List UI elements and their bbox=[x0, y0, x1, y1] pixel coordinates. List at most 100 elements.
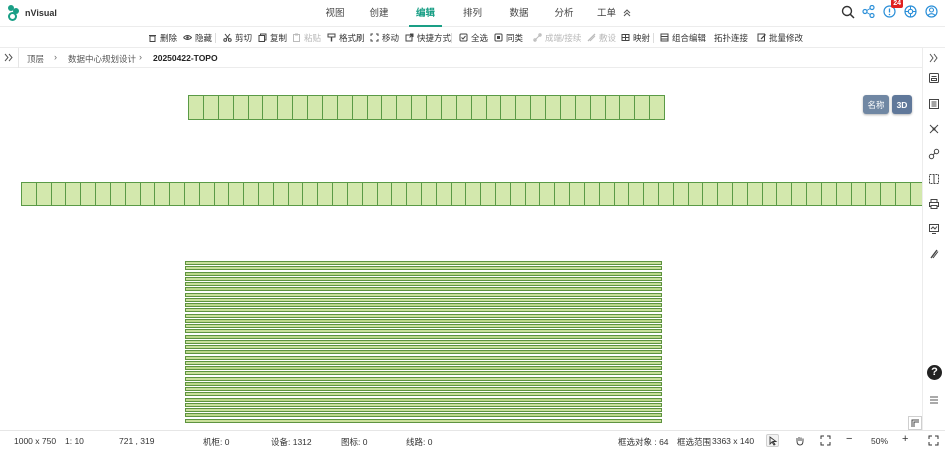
rack-cabinet[interactable] bbox=[308, 96, 323, 119]
rack-cabinet[interactable] bbox=[510, 183, 526, 205]
expand-sidebar-icon[interactable] bbox=[928, 52, 940, 64]
rack-cabinet[interactable] bbox=[259, 183, 274, 205]
rack-cabinet[interactable] bbox=[590, 96, 606, 119]
expand-panel-icon[interactable] bbox=[3, 52, 14, 63]
device-stack[interactable] bbox=[185, 261, 662, 424]
rack-cabinet[interactable] bbox=[650, 96, 664, 119]
rack-cabinet[interactable] bbox=[412, 96, 427, 119]
rack-cabinet[interactable] bbox=[322, 96, 338, 119]
device-strip[interactable] bbox=[185, 324, 662, 328]
rack-cabinet[interactable] bbox=[273, 183, 289, 205]
rack-cabinet[interactable] bbox=[347, 183, 363, 205]
settings-icon[interactable] bbox=[903, 4, 918, 19]
toolbar-item-8[interactable]: 全选 bbox=[459, 30, 488, 45]
search-icon[interactable] bbox=[840, 4, 855, 19]
rack-cabinet[interactable] bbox=[866, 183, 882, 205]
rack-cabinet[interactable] bbox=[397, 96, 413, 119]
rack-cabinet[interactable] bbox=[718, 183, 733, 205]
menu-icon[interactable] bbox=[928, 394, 940, 406]
rack-row-top[interactable] bbox=[188, 95, 665, 120]
rack-cabinet[interactable] bbox=[762, 183, 778, 205]
device-strip[interactable] bbox=[185, 308, 662, 313]
rack-cabinet[interactable] bbox=[352, 96, 368, 119]
rack-cabinet[interactable] bbox=[570, 183, 585, 205]
device-strip[interactable] bbox=[185, 392, 662, 397]
rack-cabinet[interactable] bbox=[516, 96, 532, 119]
cable-icon[interactable] bbox=[928, 248, 940, 260]
app-logo[interactable]: nVisual bbox=[7, 5, 57, 21]
device-strip[interactable] bbox=[185, 266, 662, 271]
rack-cabinet[interactable] bbox=[199, 183, 215, 205]
rack-cabinet[interactable] bbox=[184, 183, 200, 205]
rack-cabinet[interactable] bbox=[471, 96, 487, 119]
rack-row-middle[interactable] bbox=[21, 182, 922, 206]
rack-cabinet[interactable] bbox=[362, 183, 378, 205]
rack-cabinet[interactable] bbox=[407, 183, 422, 205]
rack-cabinet[interactable] bbox=[620, 96, 636, 119]
rack-cabinet[interactable] bbox=[233, 96, 249, 119]
rack-cabinet[interactable] bbox=[792, 183, 808, 205]
device-strip[interactable] bbox=[185, 371, 662, 376]
device-strip[interactable] bbox=[185, 387, 662, 391]
tab-2[interactable]: 编辑 bbox=[402, 0, 449, 27]
help-button[interactable]: ? bbox=[927, 365, 942, 380]
device-strip[interactable] bbox=[185, 261, 662, 265]
device-strip[interactable] bbox=[185, 287, 662, 292]
device-strip[interactable] bbox=[185, 292, 662, 297]
tab-0[interactable]: 视图 bbox=[314, 0, 356, 27]
rack-cabinet[interactable] bbox=[96, 183, 111, 205]
toolbar-item-11[interactable]: 敷设 bbox=[587, 30, 616, 45]
show-name-button[interactable]: 名称 bbox=[863, 95, 889, 114]
rack-cabinet[interactable] bbox=[392, 183, 408, 205]
rack-cabinet[interactable] bbox=[189, 96, 204, 119]
rack-cabinet[interactable] bbox=[441, 96, 457, 119]
rack-cabinet[interactable] bbox=[501, 96, 517, 119]
rack-cabinet[interactable] bbox=[777, 183, 793, 205]
hand-pan-icon[interactable] bbox=[794, 435, 805, 446]
rack-cabinet[interactable] bbox=[125, 183, 141, 205]
rack-cabinet[interactable] bbox=[140, 183, 156, 205]
toolbar-item-12[interactable]: 映射 bbox=[621, 30, 650, 45]
rack-cabinet[interactable] bbox=[229, 183, 245, 205]
rack-cabinet[interactable] bbox=[66, 183, 82, 205]
toolbar-item-5[interactable]: 格式刷 bbox=[327, 30, 365, 45]
device-strip[interactable] bbox=[185, 334, 662, 339]
rack-cabinet[interactable] bbox=[575, 96, 591, 119]
rack-cabinet[interactable] bbox=[895, 183, 911, 205]
fullscreen-icon[interactable] bbox=[928, 435, 939, 446]
rack-cabinet[interactable] bbox=[170, 183, 185, 205]
toolbar-item-1[interactable]: 隐藏 bbox=[183, 30, 212, 45]
properties-icon[interactable] bbox=[928, 72, 940, 84]
rack-cabinet[interactable] bbox=[540, 183, 556, 205]
rack-cabinet[interactable] bbox=[635, 96, 651, 119]
frame-select-icon[interactable] bbox=[928, 173, 940, 185]
rack-cabinet[interactable] bbox=[318, 183, 334, 205]
pointer-mode-icon[interactable] bbox=[766, 434, 779, 447]
rack-cabinet[interactable] bbox=[22, 183, 37, 205]
device-strip[interactable] bbox=[185, 418, 662, 423]
rack-cabinet[interactable] bbox=[456, 96, 472, 119]
share-icon[interactable] bbox=[861, 4, 876, 19]
device-strip[interactable] bbox=[185, 413, 662, 418]
rack-cabinet[interactable] bbox=[81, 183, 97, 205]
tab-4[interactable]: 数据 bbox=[496, 0, 542, 27]
breadcrumb-item-top[interactable]: 顶层 bbox=[27, 53, 44, 65]
rack-cabinet[interactable] bbox=[910, 183, 922, 205]
rack-cabinet[interactable] bbox=[244, 183, 259, 205]
toolbar-item-9[interactable]: 同类 bbox=[494, 30, 523, 45]
rack-cabinet[interactable] bbox=[807, 183, 822, 205]
rack-cabinet[interactable] bbox=[555, 183, 571, 205]
rack-cabinet[interactable] bbox=[496, 183, 511, 205]
toolbar-item-4[interactable]: 粘贴 bbox=[292, 30, 321, 45]
toolbar-item-10[interactable]: 成端/接续 bbox=[533, 30, 581, 45]
rack-cabinet[interactable] bbox=[614, 183, 630, 205]
device-strip[interactable] bbox=[185, 271, 662, 276]
rack-cabinet[interactable] bbox=[851, 183, 867, 205]
rack-cabinet[interactable] bbox=[836, 183, 852, 205]
network-icon[interactable] bbox=[928, 123, 940, 135]
rack-cabinet[interactable] bbox=[382, 96, 398, 119]
rack-cabinet[interactable] bbox=[605, 96, 621, 119]
toolbar-item-13[interactable]: 组合编辑 bbox=[660, 30, 706, 45]
rack-cabinet[interactable] bbox=[421, 183, 437, 205]
list-icon[interactable] bbox=[928, 98, 940, 110]
